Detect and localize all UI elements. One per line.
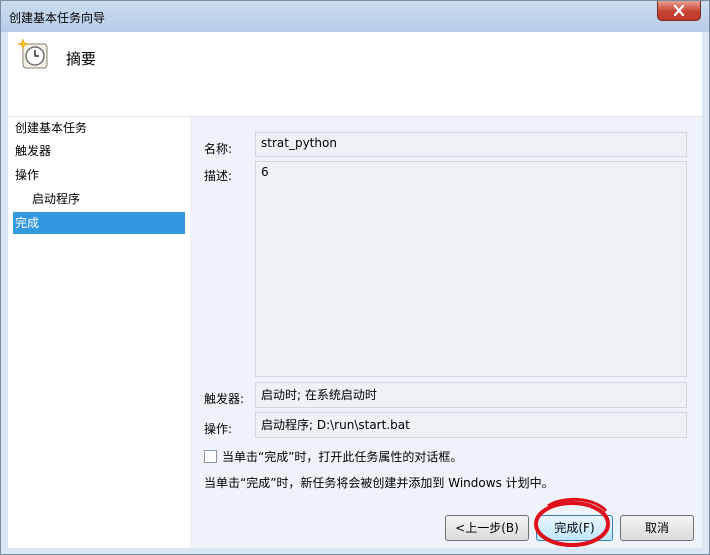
- page-title: 摘要: [66, 50, 97, 68]
- step-action[interactable]: 操作: [13, 164, 185, 186]
- close-button[interactable]: [657, 1, 701, 21]
- step-label: 完成: [15, 216, 40, 230]
- step-start-program[interactable]: 启动程序: [30, 188, 185, 210]
- trigger-field[interactable]: 启动时; 在系统启动时: [255, 382, 687, 408]
- wizard-steps: 创建基本任务 触发器 操作 启动程序 完成: [8, 117, 190, 548]
- description-field[interactable]: 6: [255, 161, 687, 377]
- open-properties-label[interactable]: 当单击“完成”时，打开此任务属性的对话框。: [222, 448, 462, 465]
- name-label: 名称:: [204, 142, 233, 156]
- cancel-button[interactable]: 取消: [620, 515, 694, 541]
- finish-button[interactable]: 完成(F): [536, 515, 613, 541]
- wizard-client: 摘要 创建基本任务 触发器 操作 启动程序 完成 名称: strat_pytho…: [8, 32, 702, 548]
- window-title: 创建基本任务向导: [9, 11, 106, 25]
- step-label: 创建基本任务: [15, 121, 88, 135]
- action-field[interactable]: 启动程序; D:\run\start.bat: [255, 412, 687, 438]
- action-label: 操作:: [204, 422, 233, 436]
- step-label: 操作: [15, 168, 40, 182]
- finish-info-text: 当单击“完成”时，新任务将会被创建并添加到 Windows 计划中。: [204, 476, 554, 490]
- step-trigger[interactable]: 触发器: [13, 140, 185, 162]
- title-bar[interactable]: 创建基本任务向导: [1, 1, 709, 32]
- back-button[interactable]: <上一步(B): [445, 515, 529, 541]
- description-label: 描述:: [204, 169, 233, 183]
- close-icon: [673, 5, 685, 16]
- name-field[interactable]: strat_python: [255, 132, 687, 157]
- step-create-basic-task[interactable]: 创建基本任务: [13, 117, 185, 139]
- step-label: 触发器: [15, 144, 52, 158]
- clock-sparkle-icon: [17, 38, 48, 69]
- wizard-window: 创建基本任务向导 摘要 创建基本任务 触发器 操作 启动程序 完成 名称: st…: [0, 0, 710, 555]
- summary-panel: 名称: strat_python 描述: 6 触发器: 启动时; 在系统启动时 …: [190, 117, 702, 548]
- open-properties-checkbox[interactable]: [204, 450, 217, 463]
- step-label: 启动程序: [32, 192, 81, 206]
- step-finish[interactable]: 完成: [13, 212, 185, 234]
- trigger-label: 触发器:: [204, 392, 245, 406]
- wizard-header: 摘要: [8, 32, 702, 117]
